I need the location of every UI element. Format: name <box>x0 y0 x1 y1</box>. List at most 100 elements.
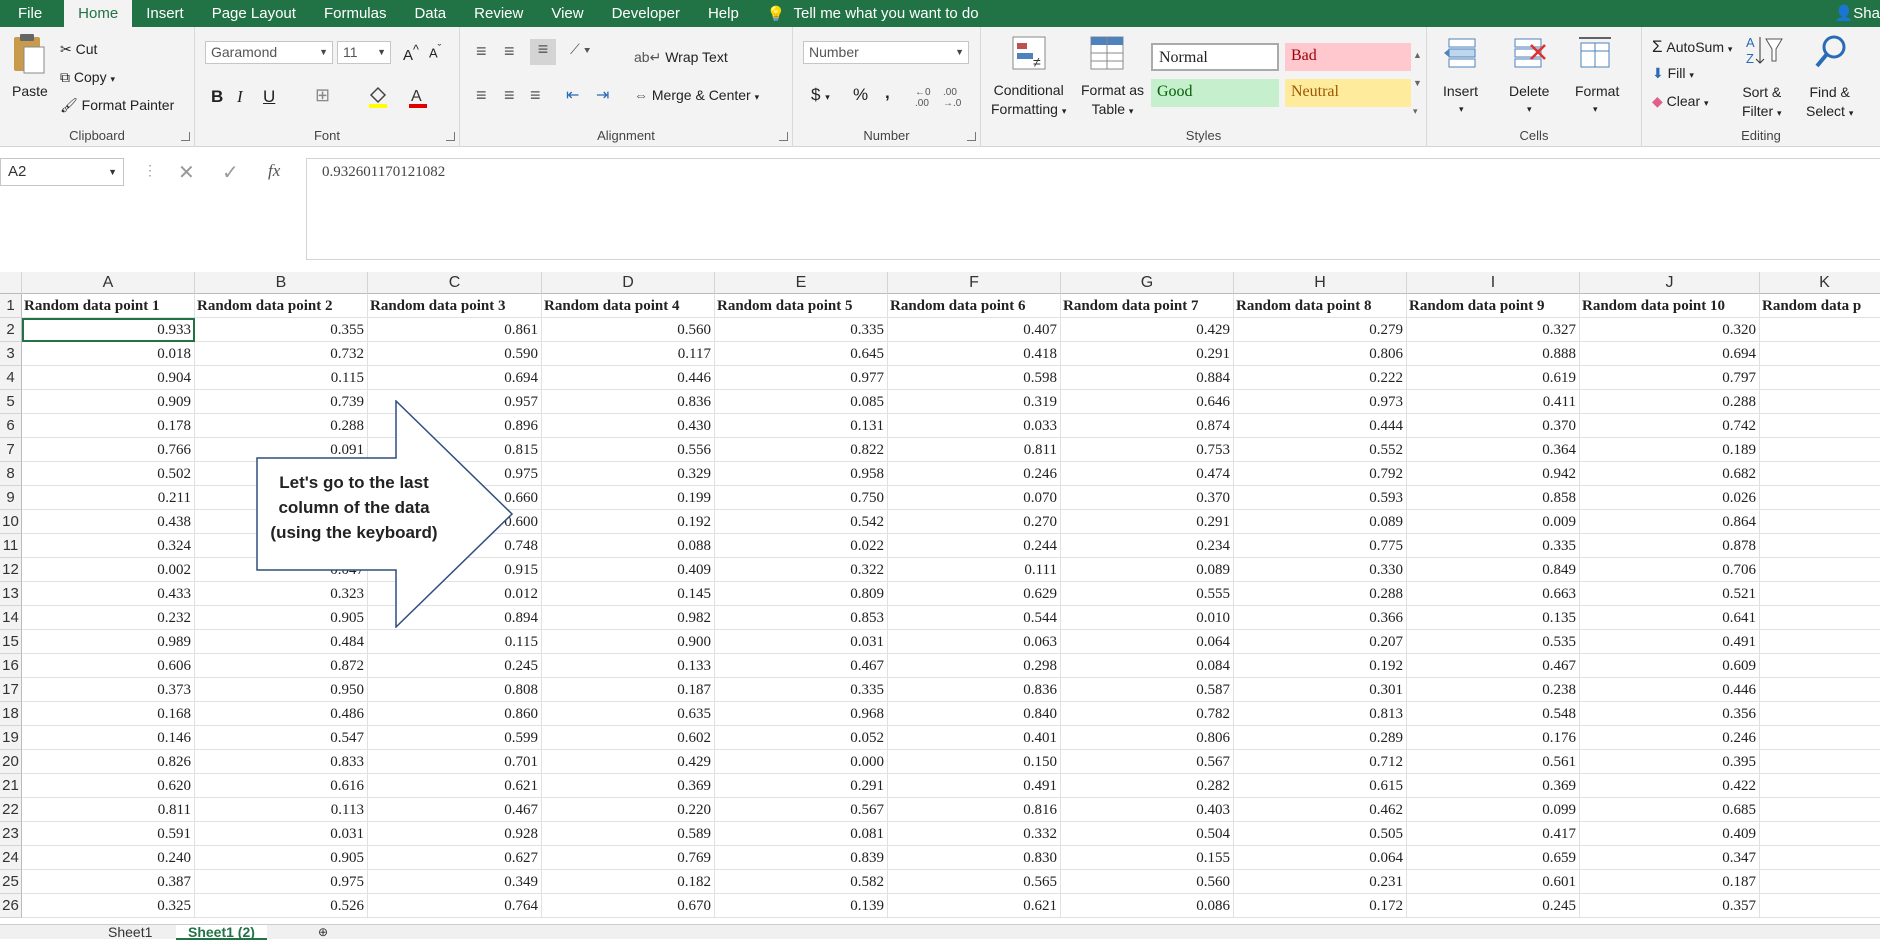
data-cell[interactable]: 0.222 <box>1234 366 1407 390</box>
row-header[interactable]: 5 <box>0 390 22 414</box>
data-cell[interactable]: 0.146 <box>22 726 195 750</box>
select-all-corner[interactable] <box>0 272 22 294</box>
tab-formulas[interactable]: Formulas <box>310 0 401 27</box>
data-cell[interactable]: 0.484 <box>195 630 368 654</box>
data-cell[interactable] <box>1760 510 1880 534</box>
data-cell[interactable]: 0.878 <box>1580 534 1760 558</box>
data-cell[interactable]: 0.826 <box>22 750 195 774</box>
percent-button[interactable]: % <box>853 85 868 105</box>
data-cell[interactable]: 0.712 <box>1234 750 1407 774</box>
data-cell[interactable]: 0.521 <box>1580 582 1760 606</box>
decrease-decimal-icon[interactable]: .00 →.0 <box>943 87 961 109</box>
column-header-j[interactable]: J <box>1580 272 1760 294</box>
data-cell[interactable]: 0.089 <box>1234 510 1407 534</box>
format-button[interactable]: Format ▾ <box>1575 83 1619 115</box>
data-cell[interactable] <box>1760 774 1880 798</box>
data-cell[interactable]: 0.950 <box>195 678 368 702</box>
header-cell[interactable]: Random data point 2 <box>195 294 368 318</box>
data-cell[interactable]: 0.407 <box>888 318 1061 342</box>
data-cell[interactable]: 0.319 <box>888 390 1061 414</box>
data-cell[interactable]: 0.942 <box>1407 462 1580 486</box>
data-cell[interactable]: 0.409 <box>1580 822 1760 846</box>
row-header[interactable]: 12 <box>0 558 22 582</box>
data-cell[interactable]: 0.491 <box>888 774 1061 798</box>
tab-page-layout[interactable]: Page Layout <box>198 0 310 27</box>
align-top-icon[interactable]: ≡ <box>476 41 487 62</box>
data-cell[interactable]: 0.401 <box>888 726 1061 750</box>
data-cell[interactable]: 0.238 <box>1407 678 1580 702</box>
insert-function-icon[interactable]: fx <box>268 161 280 181</box>
data-cell[interactable] <box>1760 654 1880 678</box>
italic-button[interactable]: I <box>237 87 243 107</box>
data-cell[interactable] <box>1760 342 1880 366</box>
column-header-a[interactable]: A <box>22 272 195 294</box>
dialog-launcher-icon[interactable] <box>967 132 976 141</box>
data-cell[interactable]: 0.968 <box>715 702 888 726</box>
data-cell[interactable]: 0.355 <box>195 318 368 342</box>
data-cell[interactable]: 0.189 <box>1580 438 1760 462</box>
data-cell[interactable]: 0.282 <box>1061 774 1234 798</box>
row-header[interactable]: 9 <box>0 486 22 510</box>
column-header-i[interactable]: I <box>1407 272 1580 294</box>
style-good[interactable]: Good <box>1151 79 1279 107</box>
data-cell[interactable]: 0.139 <box>715 894 888 918</box>
font-name-select[interactable]: Garamond ▼ <box>205 41 333 64</box>
data-cell[interactable]: 0.356 <box>1580 702 1760 726</box>
data-cell[interactable]: 0.245 <box>368 654 542 678</box>
data-cell[interactable]: 0.635 <box>542 702 715 726</box>
data-cell[interactable]: 0.811 <box>888 438 1061 462</box>
data-cell[interactable]: 0.620 <box>22 774 195 798</box>
data-cell[interactable]: 0.438 <box>22 510 195 534</box>
data-cell[interactable]: 0.176 <box>1407 726 1580 750</box>
header-cell[interactable]: Random data point 10 <box>1580 294 1760 318</box>
data-cell[interactable]: 0.732 <box>195 342 368 366</box>
number-format-select[interactable]: Number ▼ <box>803 41 969 64</box>
align-bottom-icon[interactable]: ≡ <box>530 39 556 65</box>
cut-button[interactable]: ✂ Cut <box>60 41 97 58</box>
data-cell[interactable]: 0.462 <box>1234 798 1407 822</box>
data-cell[interactable]: 0.347 <box>1580 846 1760 870</box>
data-cell[interactable]: 0.429 <box>1061 318 1234 342</box>
data-cell[interactable]: 0.327 <box>1407 318 1580 342</box>
row-header[interactable]: 4 <box>0 366 22 390</box>
data-cell[interactable]: 0.753 <box>1061 438 1234 462</box>
data-cell[interactable]: 0.063 <box>888 630 1061 654</box>
column-header-f[interactable]: F <box>888 272 1061 294</box>
style-bad[interactable]: Bad <box>1285 43 1411 71</box>
data-cell[interactable]: 0.593 <box>1234 486 1407 510</box>
data-cell[interactable]: 0.031 <box>195 822 368 846</box>
data-cell[interactable]: 0.977 <box>715 366 888 390</box>
data-cell[interactable] <box>1760 606 1880 630</box>
data-cell[interactable] <box>1760 870 1880 894</box>
data-cell[interactable]: 0.086 <box>1061 894 1234 918</box>
conditional-formatting-button[interactable]: Conditional Formatting ▾ <box>991 81 1066 121</box>
data-cell[interactable]: 0.052 <box>715 726 888 750</box>
data-cell[interactable]: 0.245 <box>1407 894 1580 918</box>
data-cell[interactable]: 0.928 <box>368 822 542 846</box>
insert-cells-icon[interactable] <box>1443 35 1479 74</box>
delete-button[interactable]: Delete ▾ <box>1509 83 1549 115</box>
row-header[interactable]: 11 <box>0 534 22 558</box>
tab-review[interactable]: Review <box>460 0 537 27</box>
tab-home[interactable]: Home <box>64 0 133 27</box>
data-cell[interactable]: 0.395 <box>1580 750 1760 774</box>
tab-data[interactable]: Data <box>400 0 460 27</box>
data-cell[interactable]: 0.884 <box>1061 366 1234 390</box>
data-cell[interactable]: 0.366 <box>1234 606 1407 630</box>
data-cell[interactable]: 0.982 <box>542 606 715 630</box>
format-painter-button[interactable]: 🖌 Format Painter <box>60 97 174 114</box>
data-cell[interactable]: 0.609 <box>1580 654 1760 678</box>
data-cell[interactable]: 0.387 <box>22 870 195 894</box>
data-cell[interactable]: 0.234 <box>1061 534 1234 558</box>
row-header[interactable]: 13 <box>0 582 22 606</box>
data-cell[interactable]: 0.330 <box>1234 558 1407 582</box>
data-cell[interactable]: 0.246 <box>888 462 1061 486</box>
data-cell[interactable]: 0.602 <box>542 726 715 750</box>
data-cell[interactable] <box>1760 702 1880 726</box>
data-cell[interactable]: 0.155 <box>1061 846 1234 870</box>
data-cell[interactable]: 0.839 <box>715 846 888 870</box>
column-header-d[interactable]: D <box>542 272 715 294</box>
data-cell[interactable]: 0.685 <box>1580 798 1760 822</box>
data-cell[interactable]: 0.422 <box>1580 774 1760 798</box>
data-cell[interactable]: 0.861 <box>368 318 542 342</box>
